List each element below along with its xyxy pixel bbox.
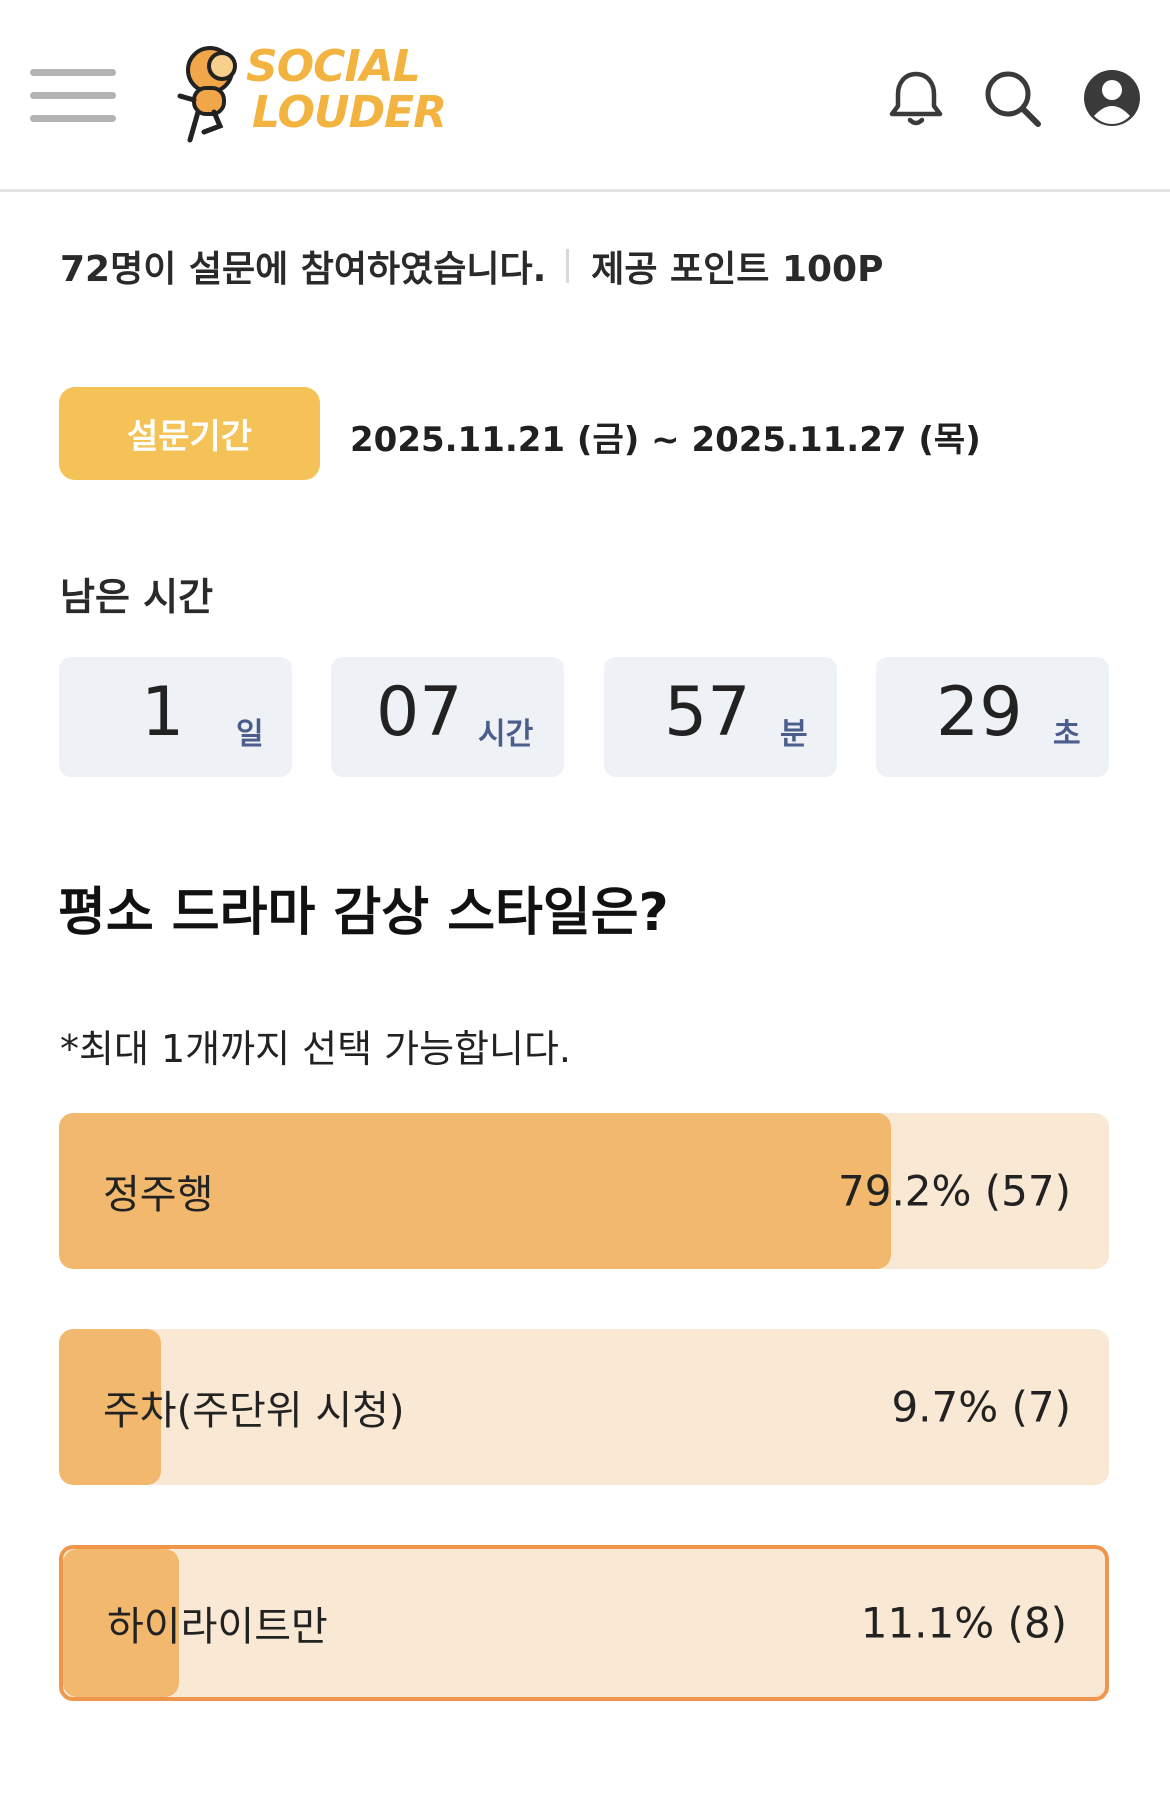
- countdown-minutes-value: 57: [664, 673, 751, 752]
- remaining-time-label: 남은 시간: [60, 575, 214, 619]
- bell-icon[interactable]: [884, 66, 948, 130]
- survey-period-range: 2025.11.21 (금) ~ 2025.11.27 (목): [350, 420, 981, 460]
- countdown-days-value: 1: [141, 673, 185, 752]
- countdown-minutes-unit: 분: [780, 717, 808, 752]
- option-label: 주차(주단위 시청): [103, 1388, 405, 1434]
- option-result: 9.7% (7): [891, 1382, 1071, 1432]
- hamburger-menu-icon[interactable]: [30, 66, 116, 126]
- app-header: SOCIAL LOUDER: [0, 0, 1170, 192]
- mascot-icon: [177, 46, 237, 143]
- countdown-minutes: 57 분: [604, 657, 837, 777]
- option-result: 11.1% (8): [860, 1598, 1067, 1648]
- participants-text: 72명이 설문에 참여하였습니다.: [60, 249, 547, 290]
- social-louder-logo[interactable]: SOCIAL LOUDER: [174, 40, 447, 152]
- option-weekly[interactable]: 주차(주단위 시청) 9.7% (7): [59, 1329, 1109, 1485]
- countdown-days-unit: 일: [236, 717, 264, 752]
- divider: [566, 249, 570, 283]
- points-text: 제공 포인트 100P: [591, 249, 884, 290]
- countdown-hours-unit: 시간: [478, 717, 534, 752]
- countdown-seconds: 29 초: [876, 657, 1109, 777]
- option-label: 정주행: [103, 1172, 214, 1218]
- countdown-days: 1 일: [59, 657, 292, 777]
- logo-text-line1: SOCIAL: [246, 41, 421, 92]
- countdown-seconds-value: 29: [936, 673, 1023, 752]
- countdown-hours: 07 시간: [331, 657, 564, 777]
- countdown-seconds-unit: 초: [1053, 717, 1081, 752]
- option-highlights[interactable]: 하이라이트만 11.1% (8): [59, 1545, 1109, 1701]
- survey-period-badge: 설문기간: [59, 387, 320, 480]
- option-binge[interactable]: 정주행 79.2% (57): [59, 1113, 1109, 1269]
- survey-info-line: 72명이 설문에 참여하였습니다. 제공 포인트 100P: [60, 244, 883, 290]
- selection-note: *최대 1개까지 선택 가능합니다.: [60, 1027, 572, 1071]
- logo-text-line2: LOUDER: [252, 87, 447, 138]
- search-icon[interactable]: [980, 66, 1044, 130]
- option-result: 79.2% (57): [838, 1166, 1071, 1216]
- question-title: 평소 드라마 감상 스타일은?: [58, 883, 669, 943]
- countdown-hours-value: 07: [376, 673, 463, 752]
- option-label: 하이라이트만: [107, 1604, 328, 1650]
- user-profile-icon[interactable]: [1080, 66, 1144, 130]
